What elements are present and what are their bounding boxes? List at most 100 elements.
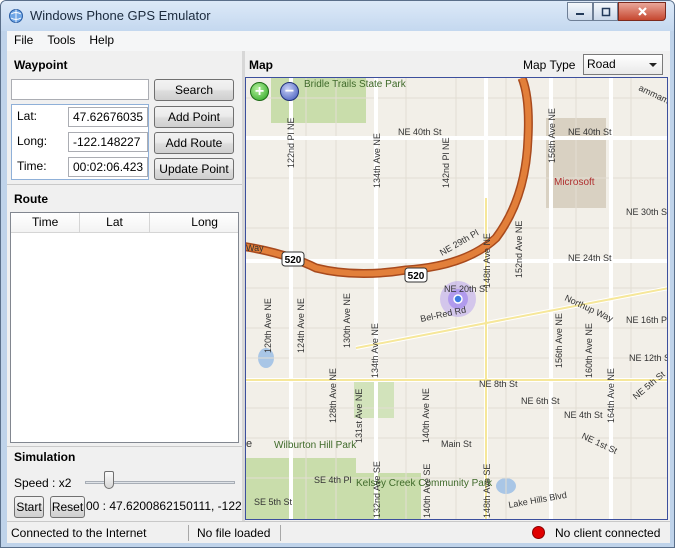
street-label: 140th Ave SE [422,464,432,518]
app-globe-icon [9,9,23,23]
plus-icon: + [254,83,265,100]
street-label: NE 4th St [564,410,603,420]
app-window: Windows Phone GPS Emulator File Tools He… [0,0,675,548]
maximize-button[interactable] [593,2,618,21]
street-label: Way [246,243,264,253]
speed-label: Speed : x2 [14,476,72,490]
street-label: 148th Ave NE [482,233,492,288]
highway-shield: 520 [404,267,428,283]
column-header-long[interactable]: Long [150,213,238,232]
street-label: 152nd Ave NE [514,221,524,278]
update-point-button[interactable]: Update Point [154,158,234,180]
column-header-lat[interactable]: Lat [80,213,150,232]
menu-help[interactable]: Help [82,31,121,51]
street-label: NE 5th St [631,369,667,402]
street-label: SE 4th Pl [314,475,352,485]
long-field[interactable]: -122.148227 [68,132,148,152]
park-area [246,458,356,519]
divider [7,184,242,185]
street-label: 156th Ave NE [547,108,557,163]
menu-bar: File Tools Help [7,31,670,51]
restore-icon [601,7,610,16]
file-status: No file loaded [197,526,271,540]
street-label: NE 40th St [398,127,442,137]
close-button[interactable] [618,2,666,21]
park-label: Bridle Trails State Park [304,79,407,90]
simulation-readout: 00 : 47.6200862150111, -122 [86,499,242,513]
street-label: 120th Ave NE [263,298,273,353]
street-label: Main St [441,439,472,449]
time-field[interactable]: 00:02:06.423 [68,157,148,177]
lat-label: Lat: [17,109,38,123]
street-label: 122nd Pl NE [286,117,296,168]
client-status: No client connected [555,526,661,540]
status-divider [280,525,281,541]
route-table-header: Time Lat Long [11,213,238,233]
street-label: NE 1st St [580,431,619,456]
divider [7,446,242,447]
close-icon [637,7,647,16]
street-label: NE 40th St [568,127,612,137]
location-pin-icon [453,294,463,304]
add-point-button[interactable]: Add Point [154,106,234,128]
speed-slider-thumb[interactable] [104,471,114,489]
minus-icon: − [284,83,295,100]
reset-button[interactable]: Reset [50,496,85,518]
simulation-title: Simulation [14,450,76,464]
street-label: 124th Ave NE [296,298,306,353]
map-title: Map [249,58,273,72]
street-label: 134th Ave NE [370,323,380,378]
waypoint-title: Waypoint [14,58,68,72]
street-label: NE 16th Pl [626,315,668,325]
street-label: 142nd Pl NE [441,137,451,188]
route-table[interactable]: Time Lat Long [10,212,239,443]
client-area: Waypoint Search Lat: 47.62676035 Long: -… [7,51,670,521]
status-divider [188,525,189,541]
start-button[interactable]: Start [14,496,44,518]
zoom-in-button[interactable]: + [250,82,269,101]
street-label: ammamish [637,83,668,111]
lat-field[interactable]: 47.62676035 [68,107,148,127]
window-title: Windows Phone GPS Emulator [30,8,211,23]
minimize-icon [576,12,584,15]
svg-text:520: 520 [408,271,425,282]
column-header-time[interactable]: Time [11,213,81,232]
map-type-dropdown[interactable]: Road [583,54,663,75]
connection-status: Connected to the Internet [11,526,147,540]
street-label: NE 8th St [479,379,518,389]
street-label: 156th Ave NE [554,313,564,368]
street-label: 164th Ave NE [606,368,616,423]
street-label: 130th Ave NE [342,293,352,348]
street-label: 148th Ave SE [482,464,492,518]
menu-file[interactable]: File [7,31,40,51]
map-view[interactable]: 520 520 Bridle Trails State Park NE 40th… [245,77,668,520]
route-title: Route [14,192,48,206]
street-label: 160th Ave NE [584,323,594,378]
menu-tools[interactable]: Tools [40,31,82,51]
time-label: Time: [17,159,47,173]
search-button[interactable]: Search [154,79,234,101]
street-label: NE 24th St [568,253,612,263]
street-label: Lake Hills Blvd [508,490,568,510]
map-type-label: Map Type [523,58,576,72]
street-label: 131st Ave NE [354,389,364,443]
street-label: 128th Ave NE [328,368,338,423]
street-label: e [246,438,252,450]
street-label: 132nd Ave SE [372,461,382,518]
client-status-indicator-icon [532,526,545,539]
map-canvas: 520 520 Bridle Trails State Park NE 40th… [246,78,668,519]
map-type-value: Road [587,57,616,71]
coordinates-box: Lat: 47.62676035 Long: -122.148227 Time:… [11,104,149,180]
highway-shield: 520 [281,251,305,267]
street-label: NE 12th St [629,353,668,363]
chevron-down-icon [649,63,657,67]
zoom-out-button[interactable]: − [280,82,299,101]
minimize-button[interactable] [567,2,593,21]
add-route-button[interactable]: Add Route [154,132,234,154]
street-label: NE 30th St [626,207,668,217]
search-input[interactable] [11,79,149,100]
park-label: Wilburton Hill Park [274,440,357,451]
street-label: 134th Ave NE [372,133,382,188]
title-bar[interactable]: Windows Phone GPS Emulator [1,1,674,31]
status-bar: Connected to the Internet No file loaded… [7,521,670,543]
